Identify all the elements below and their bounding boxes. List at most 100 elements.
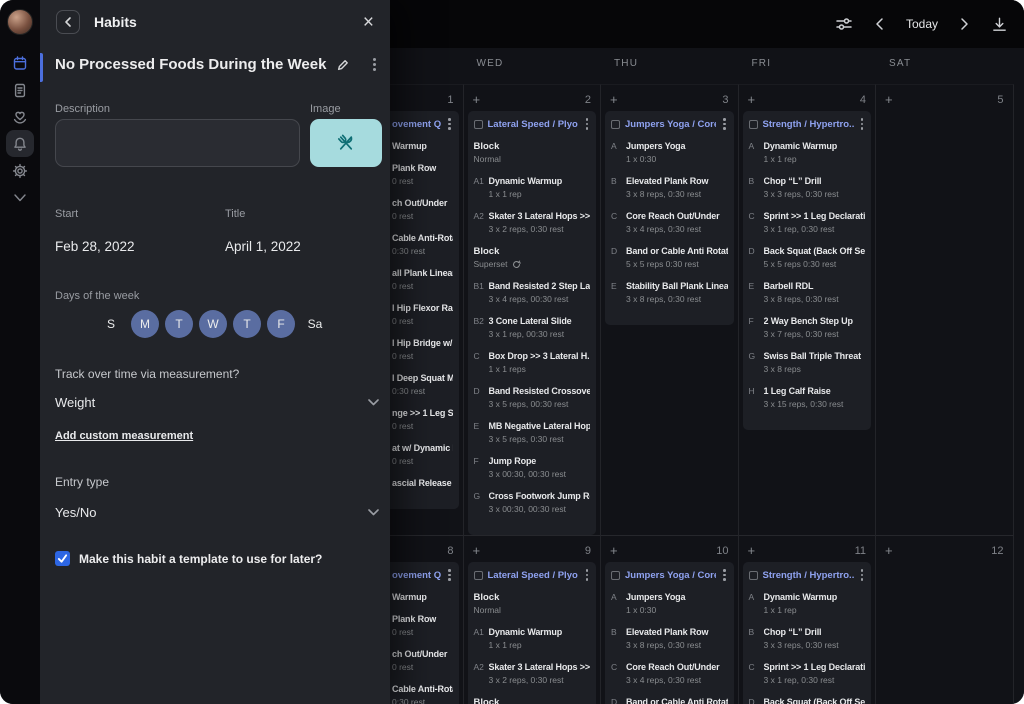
exercise-row[interactable]: EMB Negative Lateral Hop...3 x 5 reps, 0… — [474, 420, 591, 446]
calendar-icon[interactable] — [6, 49, 34, 76]
card-menu-icon[interactable] — [859, 569, 866, 581]
exercise-row[interactable]: DBand or Cable Anti Rotati...5 x 5 reps … — [611, 245, 728, 271]
exercise-row[interactable]: DBand or Cable Anti Rotati...5 x 5 reps … — [611, 696, 728, 704]
bell-icon[interactable] — [6, 130, 34, 157]
date-cell-fri[interactable]: +11Strength / Hypertro...ADynamic Warmup… — [739, 535, 877, 704]
exercise-row[interactable]: Warmup — [392, 591, 453, 604]
exercise-row[interactable]: B23 Cone Lateral Slide3 x 1 rep, 00:30 r… — [474, 315, 591, 341]
workout-checkbox[interactable] — [749, 571, 758, 580]
workout-title[interactable]: ovement Q... — [392, 570, 441, 581]
exercise-row[interactable]: l Deep Squat Mo...0:30 rest — [392, 372, 453, 398]
exercise-row[interactable]: DBand Resisted Crossover...3 x 5 reps, 0… — [474, 385, 591, 411]
end-date-value[interactable]: April 1, 2022 — [225, 239, 301, 254]
exercise-row[interactable]: l Hip Bridge w/ ...0 rest — [392, 337, 453, 363]
exercise-row[interactable]: DBack Squat (Back Off Set)5 x 5 reps 0:3… — [749, 696, 866, 704]
day-toggle-6-sa[interactable]: Sa — [301, 310, 329, 338]
day-toggle-2-t[interactable]: T — [165, 310, 193, 338]
date-cell-thu[interactable]: +3Jumpers Yoga / CoreAJumpers Yoga1 x 0:… — [601, 84, 739, 535]
exercise-row[interactable]: A1Dynamic Warmup1 x 1 rep — [474, 626, 591, 652]
date-cell-fri[interactable]: +4Strength / Hypertro...ADynamic Warmup1… — [739, 84, 877, 535]
exercise-row[interactable]: ascial Release C... — [392, 477, 453, 490]
add-workout-button[interactable]: + — [610, 93, 618, 106]
next-week-icon[interactable] — [960, 17, 969, 31]
close-icon[interactable]: × — [363, 13, 374, 32]
workout-title[interactable]: Jumpers Yoga / Core — [625, 570, 716, 581]
exercise-row[interactable]: F2 Way Bench Step Up3 x 7 reps, 0:30 res… — [749, 315, 866, 341]
habit-image-box[interactable] — [310, 119, 382, 167]
date-cell-thu[interactable]: +10Jumpers Yoga / CoreAJumpers Yoga1 x 0… — [601, 535, 739, 704]
template-checkbox-row[interactable]: Make this habit a template to use for la… — [55, 551, 322, 566]
habit-menu-icon[interactable] — [371, 58, 378, 71]
exercise-row[interactable]: Plank Row0 rest — [392, 162, 453, 188]
download-icon[interactable] — [991, 16, 1008, 33]
workout-checkbox[interactable] — [611, 120, 620, 129]
card-menu-icon[interactable] — [446, 569, 453, 581]
workout-card[interactable]: Lateral Speed / PlyoBlockNormalA1Dynamic… — [468, 562, 597, 704]
exercise-row[interactable]: at w/ Dynamic P...0 rest — [392, 442, 453, 468]
exercise-row[interactable]: ADynamic Warmup1 x 1 rep — [749, 591, 866, 617]
workout-card[interactable]: Jumpers Yoga / CoreAJumpers Yoga1 x 0:30… — [605, 111, 734, 325]
gear-icon[interactable] — [6, 157, 34, 184]
exercise-row[interactable]: CCore Reach Out/Under3 x 4 reps, 0:30 re… — [611, 661, 728, 687]
entry-type-select[interactable]: Yes/No — [55, 502, 379, 522]
card-menu-icon[interactable] — [446, 118, 453, 130]
exercise-row[interactable]: H1 Leg Calf Raise3 x 15 reps, 0:30 rest — [749, 385, 866, 411]
exercise-row[interactable]: ch Out/Under0 rest — [392, 648, 453, 674]
exercise-row[interactable]: l Hip Flexor Rais...0 rest — [392, 302, 453, 328]
add-workout-button[interactable]: + — [610, 544, 618, 557]
heart-hands-icon[interactable] — [6, 103, 34, 130]
add-workout-button[interactable]: + — [885, 544, 893, 557]
exercise-row[interactable]: B1Band Resisted 2 Step Late...3 x 4 reps… — [474, 280, 591, 306]
exercise-row[interactable]: GCross Footwork Jump Rope3 x 00:30, 00:3… — [474, 490, 591, 516]
day-toggle-3-w[interactable]: W — [199, 310, 227, 338]
workout-checkbox[interactable] — [474, 120, 483, 129]
add-workout-button[interactable]: + — [885, 93, 893, 106]
date-cell-sat[interactable]: +5 — [876, 84, 1014, 535]
exercise-row[interactable]: GSwiss Ball Triple Threat3 x 8 reps — [749, 350, 866, 376]
day-toggle-0-s[interactable]: S — [97, 310, 125, 338]
measurement-select[interactable]: Weight — [55, 392, 379, 412]
exercise-row[interactable]: BChop “L” Drill3 x 3 reps, 0:30 rest — [749, 626, 866, 652]
workout-title[interactable]: Strength / Hypertro... — [763, 119, 854, 130]
exercise-row[interactable]: EBarbell RDL3 x 8 reps, 0:30 rest — [749, 280, 866, 306]
day-toggle-1-m[interactable]: M — [131, 310, 159, 338]
date-cell-wed[interactable]: +9Lateral Speed / PlyoBlockNormalA1Dynam… — [464, 535, 602, 704]
exercise-row[interactable]: AJumpers Yoga1 x 0:30 — [611, 591, 728, 617]
exercise-row[interactable]: CSprint >> 1 Leg Declarations3 x 1 rep, … — [749, 661, 866, 687]
workout-title[interactable]: Lateral Speed / Plyo — [488, 119, 579, 130]
exercise-row[interactable]: A2Skater 3 Lateral Hops >> ...3 x 2 reps… — [474, 210, 591, 236]
exercise-row[interactable]: CSprint >> 1 Leg Declarations3 x 1 rep, … — [749, 210, 866, 236]
start-date-value[interactable]: Feb 28, 2022 — [55, 239, 135, 254]
date-cell-sat[interactable]: +12 — [876, 535, 1014, 704]
exercise-row[interactable]: A1Dynamic Warmup1 x 1 rep — [474, 175, 591, 201]
filters-icon[interactable] — [835, 16, 853, 32]
date-cell-wed[interactable]: +2Lateral Speed / PlyoBlockNormalA1Dynam… — [464, 84, 602, 535]
card-menu-icon[interactable] — [721, 569, 728, 581]
workout-checkbox[interactable] — [749, 120, 758, 129]
edit-pencil-icon[interactable] — [336, 58, 350, 72]
avatar[interactable] — [7, 9, 33, 35]
document-icon[interactable] — [6, 76, 34, 103]
prev-week-icon[interactable] — [875, 17, 884, 31]
exercise-row[interactable]: BChop “L” Drill3 x 3 reps, 0:30 rest — [749, 175, 866, 201]
exercise-row[interactable]: Warmup — [392, 140, 453, 153]
description-input[interactable] — [55, 119, 300, 167]
template-checkbox[interactable] — [55, 551, 70, 566]
card-menu-icon[interactable] — [859, 118, 866, 130]
workout-title[interactable]: Strength / Hypertro... — [763, 570, 854, 581]
exercise-row[interactable]: ADynamic Warmup1 x 1 rep — [749, 140, 866, 166]
workout-card[interactable]: Strength / Hypertro... ADynamic Warmup1 x… — [743, 111, 872, 430]
exercise-row[interactable]: BElevated Plank Row3 x 8 reps, 0:30 rest — [611, 175, 728, 201]
back-button[interactable] — [56, 10, 80, 34]
card-menu-icon[interactable] — [721, 118, 728, 130]
add-custom-measurement-link[interactable]: Add custom measurement — [55, 430, 193, 442]
exercise-row[interactable]: A2Skater 3 Lateral Hops >> ...3 x 2 reps… — [474, 661, 591, 687]
workout-title[interactable]: Lateral Speed / Plyo — [488, 570, 579, 581]
exercise-row[interactable]: Plank Row0 rest — [392, 613, 453, 639]
exercise-row[interactable]: DBack Squat (Back Off Set)5 x 5 reps 0:3… — [749, 245, 866, 271]
exercise-row[interactable]: BElevated Plank Row3 x 8 reps, 0:30 rest — [611, 626, 728, 652]
workout-checkbox[interactable] — [611, 571, 620, 580]
add-workout-button[interactable]: + — [748, 544, 756, 557]
exercise-row[interactable]: nge >> 1 Leg St...0 rest — [392, 407, 453, 433]
chevron-down-icon[interactable] — [6, 184, 34, 211]
